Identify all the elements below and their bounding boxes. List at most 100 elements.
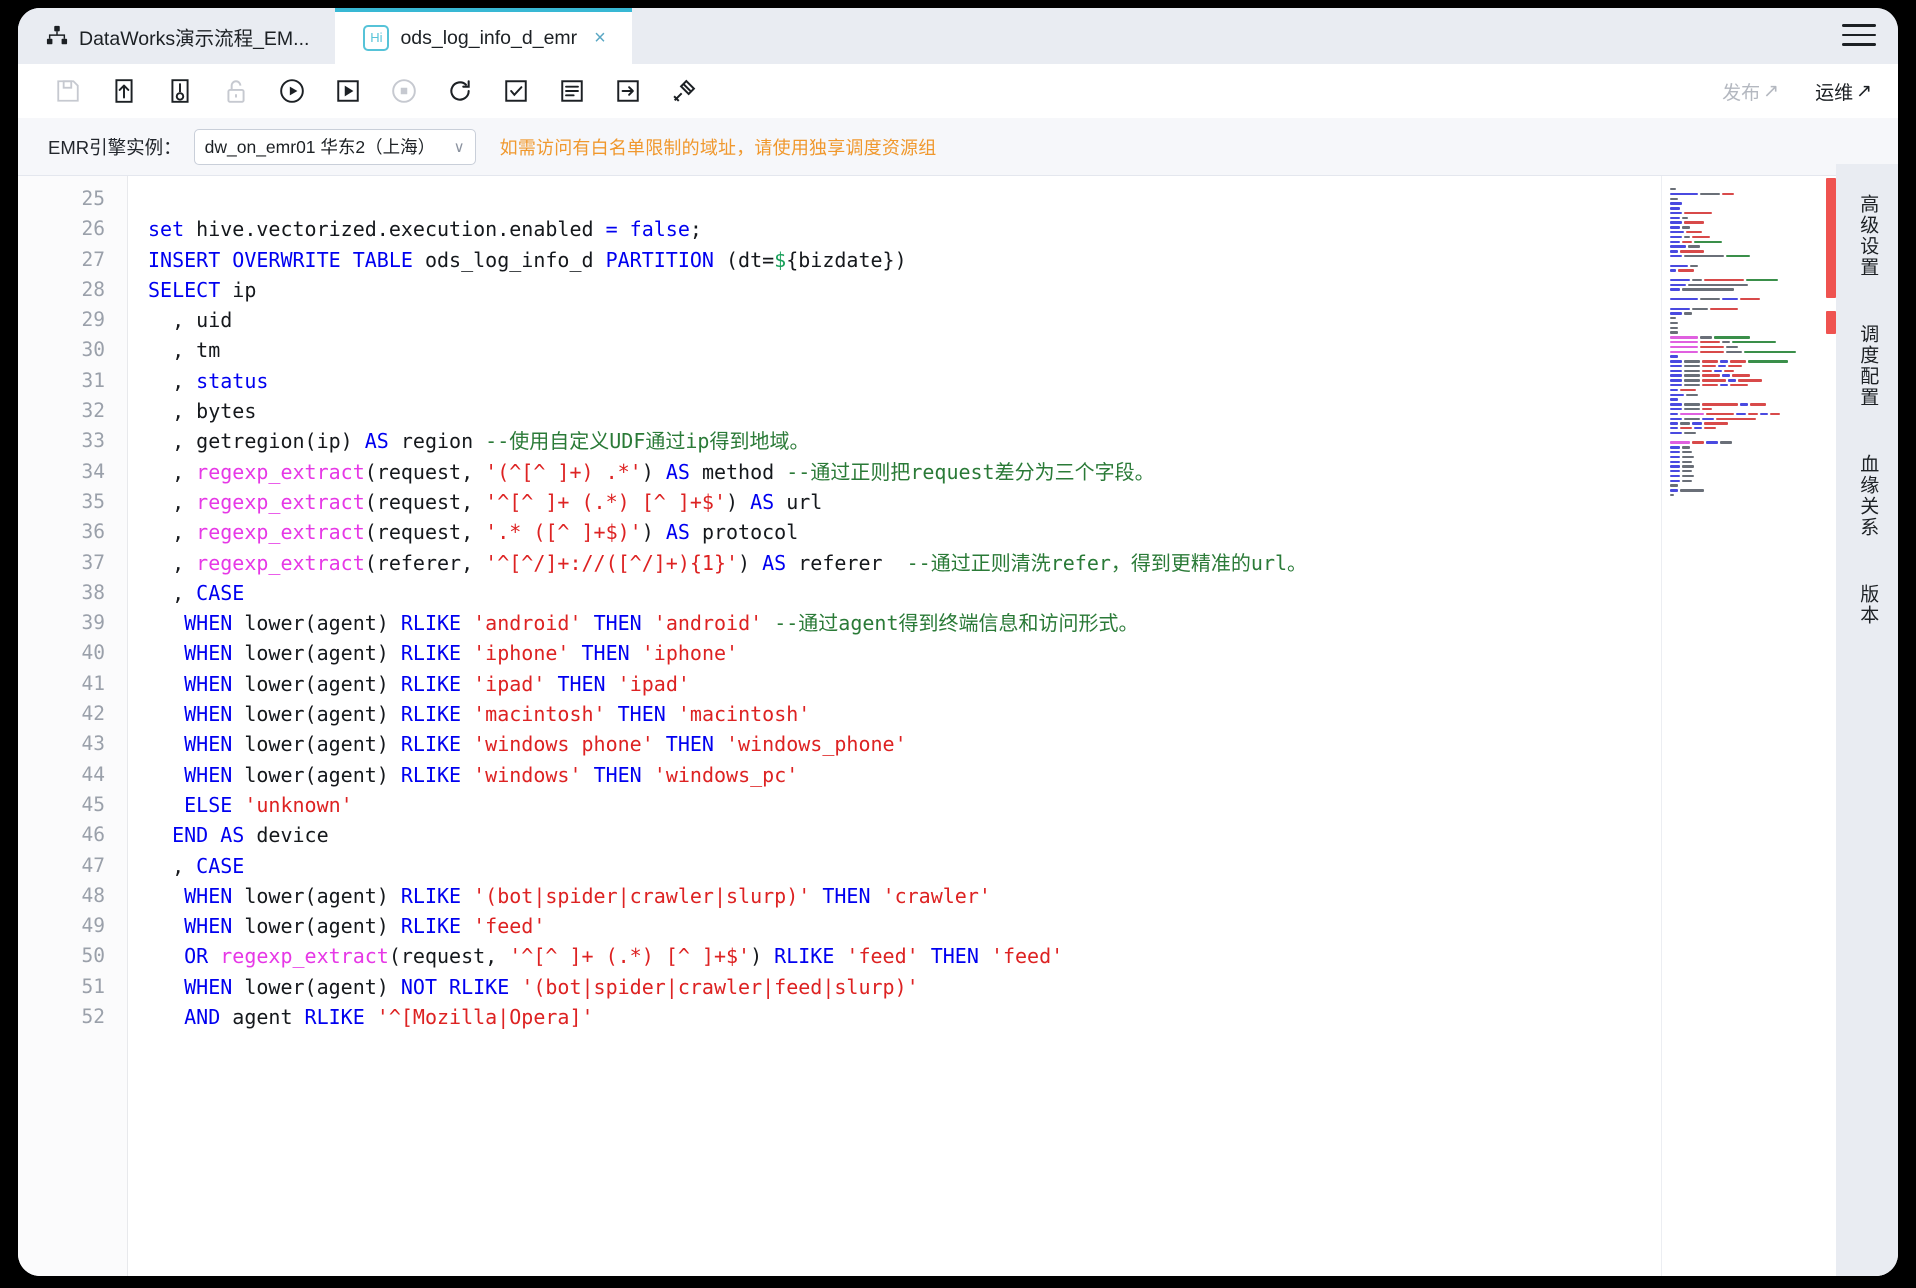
code-line[interactable]: WHEN lower(agent) RLIKE 'windows phone' … — [148, 729, 1898, 759]
code-line[interactable]: INSERT OVERWRITE TABLE ods_log_info_d PA… — [148, 245, 1898, 275]
code-line[interactable]: WHEN lower(agent) RLIKE 'feed' — [148, 911, 1898, 941]
close-icon[interactable]: × — [594, 28, 606, 48]
rail-item-lineage[interactable]: 血缘关系 — [1857, 454, 1878, 538]
deploy-button[interactable] — [152, 69, 208, 113]
code-line[interactable]: OR regexp_extract(request, '^[^ ]+ (.*) … — [148, 941, 1898, 971]
line-number: 26 — [18, 214, 127, 244]
code-line[interactable] — [148, 184, 1898, 214]
rail-item-advanced-settings[interactable]: 高级设置 — [1857, 194, 1878, 278]
line-number: 49 — [18, 911, 127, 941]
engine-label: EMR引擎实例： — [48, 134, 182, 160]
code-line[interactable]: , status — [148, 366, 1898, 396]
minimap-line — [1670, 489, 1853, 492]
run-with-params-button[interactable] — [320, 69, 376, 113]
code-line[interactable]: WHEN lower(agent) NOT RLIKE '(bot|spider… — [148, 972, 1898, 1002]
tools-button[interactable] — [656, 69, 712, 113]
publish-link[interactable]: 发布 ↗ — [1722, 78, 1779, 105]
external-link-icon: ↗ — [1763, 80, 1779, 103]
line-number: 32 — [18, 396, 127, 426]
minimap-line — [1670, 432, 1853, 435]
line-number: 45 — [18, 790, 127, 820]
tab-label: ods_log_info_d_emr — [400, 27, 577, 50]
minimap-line — [1670, 437, 1853, 440]
minimap-line — [1670, 379, 1853, 382]
minimap-line — [1670, 441, 1853, 444]
code-line[interactable]: ELSE 'unknown' — [148, 790, 1898, 820]
precheck-button[interactable] — [488, 69, 544, 113]
code-line[interactable]: WHEN lower(agent) RLIKE 'ipad' THEN 'ipa… — [148, 669, 1898, 699]
ops-label: 运维 — [1815, 78, 1853, 105]
engine-instance-select[interactable]: dw_on_emr01 华东2（上海） ∨ — [194, 129, 476, 165]
line-number-gutter: 2526272829303132333435363738394041424344… — [18, 176, 128, 1276]
line-number: 43 — [18, 729, 127, 759]
editor-toolbar: 发布 ↗ 运维 ↗ — [18, 64, 1898, 118]
minimap-line — [1670, 418, 1853, 421]
code-line[interactable]: , bytes — [148, 396, 1898, 426]
rail-item-schedule-config[interactable]: 调度配置 — [1857, 324, 1878, 408]
code-line[interactable]: , CASE — [148, 851, 1898, 881]
code-line[interactable]: WHEN lower(agent) RLIKE 'windows' THEN '… — [148, 760, 1898, 790]
line-number: 51 — [18, 972, 127, 1002]
code-line[interactable]: , uid — [148, 305, 1898, 335]
code-line[interactable]: set hive.vectorized.execution.enabled = … — [148, 214, 1898, 244]
minimap-line — [1670, 398, 1853, 401]
line-number: 30 — [18, 335, 127, 365]
code-line[interactable]: , tm — [148, 335, 1898, 365]
line-number: 25 — [18, 184, 127, 214]
minimap-line — [1670, 475, 1853, 478]
line-number: 42 — [18, 699, 127, 729]
code-line[interactable]: , getregion(ip) AS region --使用自定义UDF通过ip… — [148, 426, 1898, 456]
code-line[interactable]: WHEN lower(agent) RLIKE '(bot|spider|cra… — [148, 881, 1898, 911]
minimap-line — [1670, 403, 1853, 406]
line-number: 29 — [18, 305, 127, 335]
code-line[interactable]: END AS device — [148, 820, 1898, 850]
goto-button[interactable] — [600, 69, 656, 113]
code-editor[interactable]: 2526272829303132333435363738394041424344… — [18, 176, 1898, 1276]
submit-button[interactable] — [96, 69, 152, 113]
engine-warning-note: 如需访问有白名单限制的域址，请使用独享调度资源组 — [500, 134, 937, 160]
code-content[interactable]: set hive.vectorized.execution.enabled = … — [128, 176, 1898, 1276]
stop-button[interactable] — [376, 69, 432, 113]
format-button[interactable] — [544, 69, 600, 113]
code-line[interactable]: WHEN lower(agent) RLIKE 'android' THEN '… — [148, 608, 1898, 638]
code-line[interactable]: SELECT ip — [148, 275, 1898, 305]
line-number: 28 — [18, 275, 127, 305]
editor-change-markers — [1826, 178, 1836, 378]
code-line[interactable]: , regexp_extract(referer, '^[^/]+://([^/… — [148, 548, 1898, 578]
minimap-line — [1670, 408, 1853, 411]
hamburger-menu-icon[interactable] — [1842, 20, 1876, 50]
line-number: 44 — [18, 760, 127, 790]
tab-ods-log-info-d-emr[interactable]: Hi ods_log_info_d_emr × — [335, 8, 631, 64]
lock-button[interactable] — [208, 69, 264, 113]
code-line[interactable]: , regexp_extract(request, '^[^ ]+ (.*) [… — [148, 487, 1898, 517]
code-line[interactable]: , regexp_extract(request, '.* ([^ ]+$)')… — [148, 517, 1898, 547]
minimap-line — [1670, 422, 1853, 425]
right-side-rail: 高级设置 调度配置 血缘关系 版本 — [1836, 164, 1898, 1276]
tab-dataworks-flow[interactable]: DataWorks演示流程_EM... — [18, 8, 335, 64]
save-button[interactable] — [40, 69, 96, 113]
line-number: 52 — [18, 1002, 127, 1032]
rail-item-version[interactable]: 版本 — [1857, 584, 1878, 626]
code-line[interactable]: , CASE — [148, 578, 1898, 608]
sitemap-icon — [46, 25, 68, 47]
code-line[interactable]: WHEN lower(agent) RLIKE 'iphone' THEN 'i… — [148, 638, 1898, 668]
minimap-line — [1670, 394, 1853, 397]
run-button[interactable] — [264, 69, 320, 113]
code-line[interactable]: WHEN lower(agent) RLIKE 'macintosh' THEN… — [148, 699, 1898, 729]
hive-icon: Hi — [363, 25, 389, 51]
line-number: 31 — [18, 366, 127, 396]
refresh-button[interactable] — [432, 69, 488, 113]
minimap-line — [1670, 480, 1853, 483]
ops-link[interactable]: 运维 ↗ — [1815, 78, 1872, 105]
line-number: 48 — [18, 881, 127, 911]
minimap-line — [1670, 427, 1853, 430]
minimap-line — [1670, 413, 1853, 416]
minimap-line — [1670, 465, 1853, 468]
minimap-line — [1670, 484, 1853, 487]
line-number: 33 — [18, 426, 127, 456]
code-line[interactable]: AND agent RLIKE '^[Mozilla|Opera]' — [148, 1002, 1898, 1032]
line-number: 46 — [18, 820, 127, 850]
engine-select-value: dw_on_emr01 华东2（上海） — [205, 134, 436, 159]
code-line[interactable]: , regexp_extract(request, '(^[^ ]+) .*')… — [148, 457, 1898, 487]
minimap-line — [1670, 461, 1853, 464]
